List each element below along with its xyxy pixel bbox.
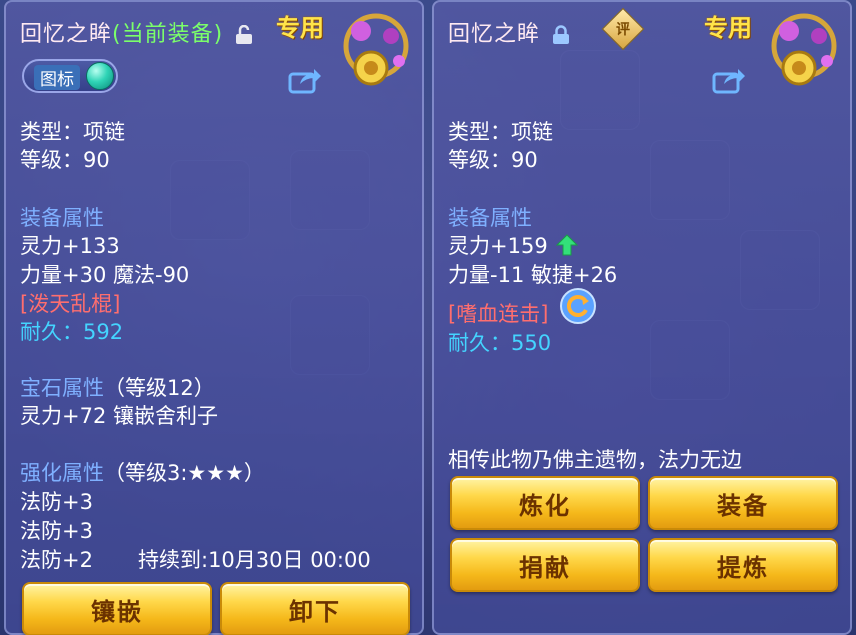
unequip-button[interactable]: 卸下 [220, 582, 410, 635]
item-name: 回忆之眸 [448, 22, 541, 47]
amulet-icon [771, 13, 837, 86]
gem-attr: 灵力+72 镶嵌舍利子 [20, 404, 218, 428]
item-title: 回忆之眸(当前装备) [20, 16, 253, 48]
rating-badge[interactable]: 评 [601, 7, 645, 51]
attr-line: 力量-11 敏捷+26 [448, 263, 618, 287]
inlay-button[interactable]: 镶嵌 [22, 582, 212, 635]
refine-button[interactable]: 炼化 [450, 476, 640, 530]
duration: 持续到:10月30日 00:00 [138, 548, 371, 572]
equip-attr-title: 装备属性 [20, 206, 104, 230]
special-skill: [嗜血连击] [448, 302, 549, 326]
donate-button[interactable]: 捐献 [450, 538, 640, 592]
attr-line: 灵力+159 [448, 234, 548, 258]
item-title: 回忆之眸 [448, 16, 570, 48]
item-level: 等级：90 [448, 148, 538, 172]
icon-toggle[interactable]: 图标 [22, 59, 118, 93]
share-icon[interactable] [712, 66, 746, 94]
compare-item-panel: 回忆之眸 评 专用 类型：项链 等级：90 装备属性 灵力+159 力量-11 … [432, 0, 852, 635]
equip-button[interactable]: 装备 [648, 476, 838, 530]
special-skill: [泼天乱棍] [20, 292, 121, 316]
gem-attr-title: 宝石属性（等级12） [20, 372, 215, 402]
extract-button[interactable]: 提炼 [648, 538, 838, 592]
lock-icon[interactable] [552, 25, 570, 45]
rating-label: 评 [616, 22, 630, 38]
durability: 耐久：592 [20, 320, 124, 344]
item-level: 等级：90 [20, 148, 110, 172]
toggle-knob [86, 62, 114, 90]
strengthen-line: 法防+3 [20, 490, 93, 514]
special-use-label: 专用 [276, 14, 324, 42]
item-name: 回忆之眸 [20, 22, 113, 47]
attr-line: 力量+30 魔法-90 [20, 263, 190, 287]
attr-line: 灵力+133 [20, 234, 120, 258]
strengthen-label: 强化属性 [20, 461, 104, 485]
attr-line-with-arrow: 灵力+159 [448, 230, 579, 260]
green-up-arrow-icon [556, 234, 579, 256]
durability: 耐久：550 [448, 331, 552, 355]
special-use-label: 专用 [704, 14, 752, 42]
strengthen-line: 法防+2 [20, 548, 93, 572]
equip-attr-title: 装备属性 [448, 206, 532, 230]
item-type: 类型：项链 [448, 120, 553, 144]
amulet-icon [343, 13, 409, 86]
strengthen-title: 强化属性（等级3:★★★） [20, 457, 265, 487]
gem-title: 宝石属性 [20, 376, 104, 400]
share-icon[interactable] [288, 66, 322, 94]
item-description: 相传此物乃佛主遗物，法力无边 [448, 448, 742, 472]
toggle-label: 图标 [34, 65, 80, 90]
current-item-panel: 回忆之眸(当前装备) 专用 图标 类型：项链 等级：90 装备属性 灵力+133… [4, 0, 424, 635]
item-type: 类型：项链 [20, 120, 125, 144]
unlock-icon[interactable] [235, 25, 253, 45]
gem-level: （等级12） [104, 376, 215, 400]
equipped-tag: (当前装备) [112, 22, 224, 47]
refresh-icon[interactable] [560, 288, 596, 324]
strengthen-line: 法防+3 [20, 519, 93, 543]
strengthen-level: （等级3:★★★） [104, 461, 265, 485]
